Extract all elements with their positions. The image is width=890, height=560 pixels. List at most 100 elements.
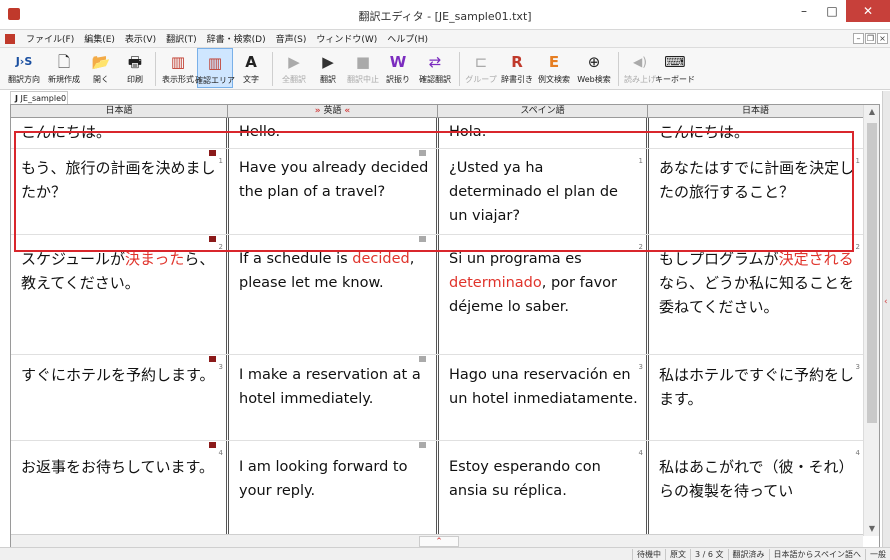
spanish-cell[interactable]: 4 Estoy esperando con ansia su réplica.	[439, 441, 646, 535]
back-translation-text: あなたはすでに計画を決定したの旅行すること？	[659, 159, 855, 201]
english-cell[interactable]: I make a reservation at a hotel immediat…	[229, 355, 436, 440]
mdi-minimize-button[interactable]: –	[853, 33, 864, 44]
status-flag-icon	[419, 442, 426, 448]
highlighted-term: decided	[352, 251, 410, 267]
scroll-up-arrow-icon[interactable]: ▲	[864, 105, 880, 119]
collapse-arrow-icon[interactable]: ‹	[884, 297, 888, 307]
check-area-button[interactable]: ▥ 確認エリア	[195, 48, 235, 88]
english-cell[interactable]: Have you already decided the plan of a t…	[229, 149, 436, 234]
back-translation-cell[interactable]: 4 私はあこがれで（彼・それ）らの複製を待ってい	[649, 441, 863, 535]
minimize-button[interactable]: –	[790, 0, 818, 22]
source-cell[interactable]: 1 もう、旅行の計画を決めましたか？	[11, 149, 226, 234]
translation-direction-button[interactable]: J›S 翻訳方向	[4, 48, 44, 88]
close-button[interactable]: ✕	[846, 0, 890, 22]
header-japanese[interactable]: 日本語	[11, 105, 228, 118]
interlinear-button[interactable]: W 訳振り	[382, 48, 414, 88]
english-text: I make a reservation at a hotel immediat…	[239, 367, 421, 407]
menu-window[interactable]: ウィンドウ(W)	[311, 32, 382, 45]
spanish-text: ¿Usted ya ha determinado el plan de un v…	[449, 160, 618, 224]
menu-translate[interactable]: 翻訳(T)	[161, 32, 202, 45]
back-translation-text: なら、どうか私に知ることを委ねてください。	[659, 274, 855, 316]
dictionary-icon: R	[511, 53, 523, 71]
back-translation-cell[interactable]: こんにちは。	[649, 119, 863, 148]
new-button[interactable]: 🗋 新規作成	[44, 48, 84, 88]
source-cell[interactable]: こんにちは。	[11, 119, 226, 148]
printer-icon: 🖶	[127, 53, 143, 71]
maximize-button[interactable]: □	[818, 0, 846, 22]
english-cell[interactable]: If a schedule is decided, please let me …	[229, 235, 436, 354]
check-translation-icon: ⇄	[428, 53, 442, 71]
pane-splitter[interactable]: ⌃	[11, 534, 863, 548]
display-format-button[interactable]: ▥ 表示形式	[159, 48, 197, 88]
font-button[interactable]: A 文字	[233, 48, 269, 88]
menu-edit[interactable]: 編集(E)	[79, 32, 120, 45]
example-search-icon: E	[548, 53, 560, 71]
document-tab[interactable]: J JE_sample01t	[10, 91, 68, 105]
back-translation-cell[interactable]: 2 もしプログラムが決定されるなら、どうか私に知ることを委ねてください。	[649, 235, 863, 354]
status-mode: 原文	[665, 548, 690, 560]
table-row[interactable]: 1 もう、旅行の計画を決めましたか？ Have you already decid…	[11, 149, 863, 235]
status-direction: 日本語からスペイン語へ	[768, 548, 865, 560]
translate-button[interactable]: ▶ 翻訳	[312, 48, 344, 88]
table-row-selected[interactable]: 2 スケジュールが決まったら、教えてください。 If a schedule is …	[11, 235, 863, 355]
check-area-icon: ▥	[207, 54, 223, 72]
header-english[interactable]: » 英語 «	[228, 105, 438, 118]
title-bar: 翻訳エディタ - [JE_sample01.txt] – □ ✕	[0, 0, 890, 30]
group-button[interactable]: ⊏ グループ	[463, 48, 499, 88]
table-row[interactable]: 4 お返事をお待ちしています。 I am looking forward to y…	[11, 441, 863, 535]
open-button[interactable]: 📂 開く	[84, 48, 118, 88]
table-row[interactable]: 3 すぐにホテルを予約します。 I make a reservation at a…	[11, 355, 863, 441]
translation-grid: 日本語 » 英語 « スペイン語 日本語 こんにちは。 Hello. Hola.…	[10, 104, 880, 549]
spanish-text: Estoy esperando con ansia su réplica.	[449, 459, 601, 499]
status-flag-icon	[209, 356, 216, 362]
back-translation-text: もしプログラムが	[659, 250, 779, 268]
expand-pane-icon[interactable]: ⌃	[419, 536, 459, 547]
interlinear-icon: W	[389, 53, 407, 71]
source-text: お返事をお待ちしています。	[21, 458, 215, 476]
font-icon: A	[245, 53, 257, 71]
scrollbar-thumb[interactable]	[867, 123, 877, 423]
back-translation-cell[interactable]: 3 私はホテルですぐに予約をします。	[649, 355, 863, 440]
source-cell[interactable]: 2 スケジュールが決まったら、教えてください。	[11, 235, 226, 354]
example-search-button[interactable]: E 例文検索	[535, 48, 573, 88]
status-flag-icon	[209, 150, 216, 156]
mdi-restore-button[interactable]: ❐	[865, 33, 876, 44]
back-translation-cell[interactable]: 1 あなたはすでに計画を決定したの旅行すること？	[649, 149, 863, 234]
menu-dictionary[interactable]: 辞書・検索(D)	[202, 32, 271, 45]
spanish-cell[interactable]: 2 Si un programa es determinado, por favo…	[439, 235, 646, 354]
read-aloud-button[interactable]: ◀) 読み上げ	[622, 48, 658, 88]
highlighted-term: 決まった	[124, 250, 185, 268]
menu-audio[interactable]: 音声(S)	[271, 32, 312, 45]
menu-file[interactable]: ファイル(F)	[21, 32, 79, 45]
web-search-button[interactable]: ⊕ Web検索	[573, 48, 615, 88]
menu-view[interactable]: 表示(V)	[120, 32, 161, 45]
scroll-down-arrow-icon[interactable]: ▼	[864, 522, 880, 536]
translate-all-button[interactable]: ▶ 全翻訳	[276, 48, 312, 88]
toolbar-separator	[272, 52, 273, 86]
keyboard-button[interactable]: ⌨ キーボード	[655, 48, 695, 88]
menu-help[interactable]: ヘルプ(H)	[382, 32, 433, 45]
source-text: もう、旅行の計画を決めましたか？	[21, 159, 216, 201]
status-bar: 待機中 原文 3 / 6 文 翻訳済み 日本語からスペイン語へ 一般	[0, 547, 890, 560]
header-japanese-back[interactable]: 日本語	[648, 105, 863, 118]
stop-translation-button[interactable]: ■ 翻訳中止	[344, 48, 382, 88]
mdi-controls: – ❐ ×	[853, 33, 890, 44]
status-translated: 翻訳済み	[727, 548, 769, 560]
source-cell[interactable]: 4 お返事をお待ちしています。	[11, 441, 226, 535]
header-spanish[interactable]: スペイン語	[438, 105, 648, 118]
spanish-cell[interactable]: 1 ¿Usted ya ha determinado el plan de un …	[439, 149, 646, 234]
status-flag-icon	[209, 236, 216, 242]
dictionary-lookup-button[interactable]: R 辞書引き	[499, 48, 535, 88]
english-cell[interactable]: I am looking forward to your reply.	[229, 441, 436, 535]
english-cell[interactable]: Hello.	[229, 119, 436, 148]
source-cell[interactable]: 3 すぐにホテルを予約します。	[11, 355, 226, 440]
grid-header: 日本語 » 英語 « スペイン語 日本語	[11, 105, 863, 118]
mdi-close-button[interactable]: ×	[877, 33, 888, 44]
table-row[interactable]: こんにちは。 Hello. Hola. こんにちは。	[11, 119, 863, 149]
vertical-scrollbar[interactable]: ▲ ▼	[863, 105, 879, 536]
spanish-cell[interactable]: Hola.	[439, 119, 646, 148]
spanish-cell[interactable]: 3 Hago una reservación en un hotel inmedi…	[439, 355, 646, 440]
check-translation-button[interactable]: ⇄ 確認翻訳	[414, 48, 456, 88]
print-button[interactable]: 🖶 印刷	[118, 48, 152, 88]
right-side-panel[interactable]: ‹	[882, 91, 890, 549]
